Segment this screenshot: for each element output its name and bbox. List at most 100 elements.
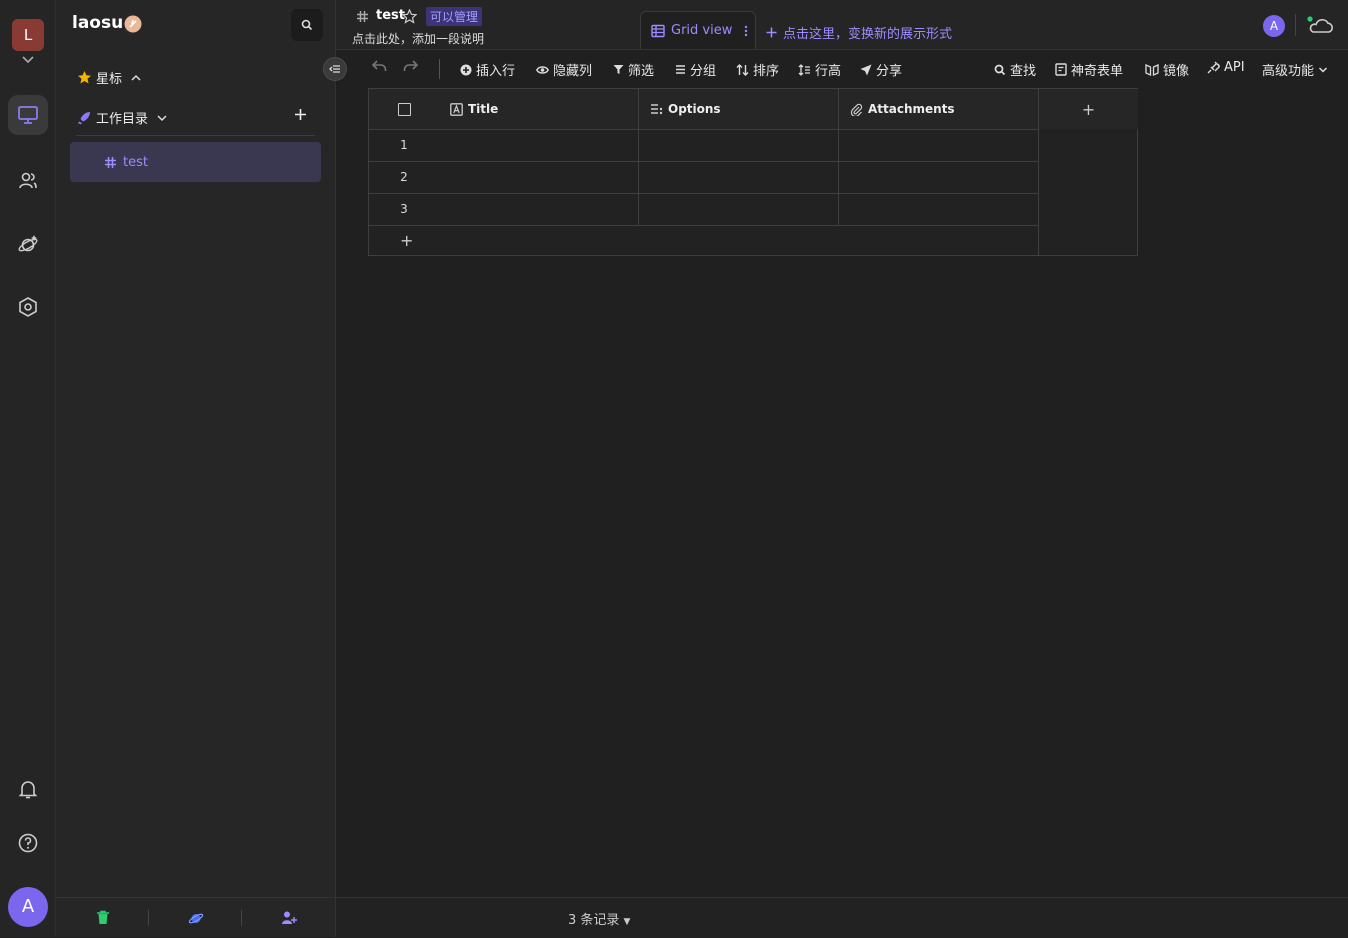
filter-icon — [613, 65, 624, 74]
record-count[interactable]: 3 条记录 ▼ — [568, 909, 630, 928]
insert-row-label: 插入行 — [476, 64, 516, 79]
user-avatar[interactable]: A — [8, 887, 48, 927]
api-label: API — [1224, 60, 1245, 75]
add-user-icon — [282, 911, 297, 924]
hexagon-settings-icon — [19, 297, 37, 317]
datasheet-title[interactable]: test — [376, 8, 405, 23]
add-column-button[interactable]: + — [1039, 89, 1138, 129]
insert-row-button[interactable]: 插入行 — [460, 60, 515, 79]
hide-columns-button[interactable]: 隐藏列 — [536, 60, 592, 79]
workbench-button[interactable] — [8, 95, 48, 135]
table-row[interactable]: 1 — [369, 129, 1038, 161]
collaborator-avatar[interactable]: A — [1263, 15, 1285, 37]
column-header-title[interactable]: Title — [439, 89, 639, 129]
cell-options[interactable] — [639, 194, 839, 225]
add-node-button[interactable] — [294, 108, 307, 121]
column-header-attachments[interactable]: Attachments — [839, 89, 1039, 129]
starred-section[interactable]: 星标 — [77, 68, 142, 87]
datasheet-description[interactable]: 点击此处，添加一段说明 — [352, 30, 484, 47]
search-icon — [994, 64, 1006, 75]
api-button[interactable]: API — [1207, 60, 1245, 75]
add-view-button[interactable]: 点击这里，变换新的展示形式 — [766, 23, 952, 42]
cell-attachments[interactable] — [839, 130, 1038, 161]
table-row[interactable]: 2 — [369, 161, 1038, 193]
row-number: 2 — [400, 170, 408, 184]
sort-button[interactable]: 排序 — [736, 60, 779, 79]
redo-icon — [403, 60, 418, 71]
sync-status-icon[interactable] — [1307, 16, 1335, 36]
rocket-icon — [78, 112, 90, 125]
undo-button[interactable] — [372, 60, 387, 72]
collapse-sidebar-button[interactable] — [323, 57, 347, 81]
divider — [1038, 129, 1039, 256]
left-rail: L A — [0, 0, 56, 937]
chevron-down-icon[interactable] — [21, 55, 35, 65]
members-button[interactable] — [8, 160, 48, 200]
form-button[interactable]: 神奇表单 — [1055, 60, 1123, 79]
find-button[interactable]: 查找 — [994, 60, 1036, 79]
cell-title[interactable] — [439, 130, 639, 161]
trash-button[interactable] — [96, 910, 110, 925]
group-label: 分组 — [690, 64, 717, 79]
cell-attachments[interactable] — [839, 162, 1038, 193]
cell-title[interactable] — [439, 162, 639, 193]
template-center-button[interactable] — [188, 910, 204, 926]
planet-icon — [18, 235, 38, 252]
trash-icon — [97, 910, 109, 924]
mirror-button[interactable]: 镜像 — [1145, 60, 1189, 79]
sort-label: 排序 — [753, 64, 780, 79]
catalog-section[interactable]: 工作目录 — [77, 108, 168, 127]
search-button[interactable] — [291, 9, 323, 41]
cell-options[interactable] — [639, 130, 839, 161]
redo-button[interactable] — [403, 60, 418, 72]
row-height-button[interactable]: 行高 — [798, 60, 841, 79]
select-all-checkbox[interactable] — [397, 102, 411, 116]
chevron-up-icon — [131, 74, 141, 81]
space-name[interactable]: laosu — [72, 13, 123, 33]
cell-attachments[interactable] — [839, 194, 1038, 225]
tree-item-label: test — [123, 154, 148, 170]
column-name: Options — [668, 102, 721, 116]
help-button[interactable] — [8, 823, 48, 863]
filter-button[interactable]: 筛选 — [613, 60, 654, 79]
users-icon — [19, 172, 37, 189]
tree-item-test[interactable]: test — [70, 142, 321, 182]
group-button[interactable]: 分组 — [675, 60, 716, 79]
datasheet-icon — [356, 10, 369, 23]
add-view-label: 点击这里，变换新的展示形式 — [783, 27, 953, 42]
group-icon — [676, 65, 685, 74]
column-header-options[interactable]: Options — [639, 89, 839, 129]
settings-button[interactable] — [8, 287, 48, 327]
table-row[interactable]: 3 — [369, 193, 1038, 225]
add-row-button[interactable]: + — [369, 225, 1038, 256]
search-icon — [301, 19, 313, 31]
divider — [241, 910, 242, 926]
hide-columns-label: 隐藏列 — [553, 64, 593, 79]
sidebar-footer — [56, 897, 335, 938]
favorite-star-icon[interactable] — [402, 9, 417, 24]
mirror-label: 镜像 — [1163, 64, 1190, 79]
invite-member-button[interactable] — [281, 910, 297, 925]
bell-icon — [18, 781, 38, 799]
planet-icon — [188, 913, 204, 924]
templates-button[interactable] — [8, 224, 48, 264]
share-button[interactable]: 分享 — [860, 60, 902, 79]
advanced-label: 高级功能 — [1262, 64, 1315, 79]
advanced-features-button[interactable]: 高级功能 — [1262, 60, 1328, 79]
share-label: 分享 — [876, 64, 903, 79]
plug-icon — [1207, 61, 1220, 74]
chevron-down-icon — [157, 114, 167, 121]
plus-icon — [766, 27, 777, 38]
add-circle-icon — [460, 64, 472, 75]
plus-icon — [295, 109, 306, 120]
space-logo[interactable]: L — [12, 19, 44, 51]
text-field-icon — [450, 102, 463, 116]
cell-options[interactable] — [639, 162, 839, 193]
form-icon — [1055, 63, 1067, 76]
notifications-button[interactable] — [8, 769, 48, 809]
starred-label: 星标 — [96, 72, 123, 87]
tab-grid-view[interactable]: Grid view — [640, 11, 756, 49]
send-icon — [860, 64, 872, 75]
cell-title[interactable] — [439, 194, 639, 225]
status-bar: 3 条记录 ▼ — [336, 897, 1348, 938]
